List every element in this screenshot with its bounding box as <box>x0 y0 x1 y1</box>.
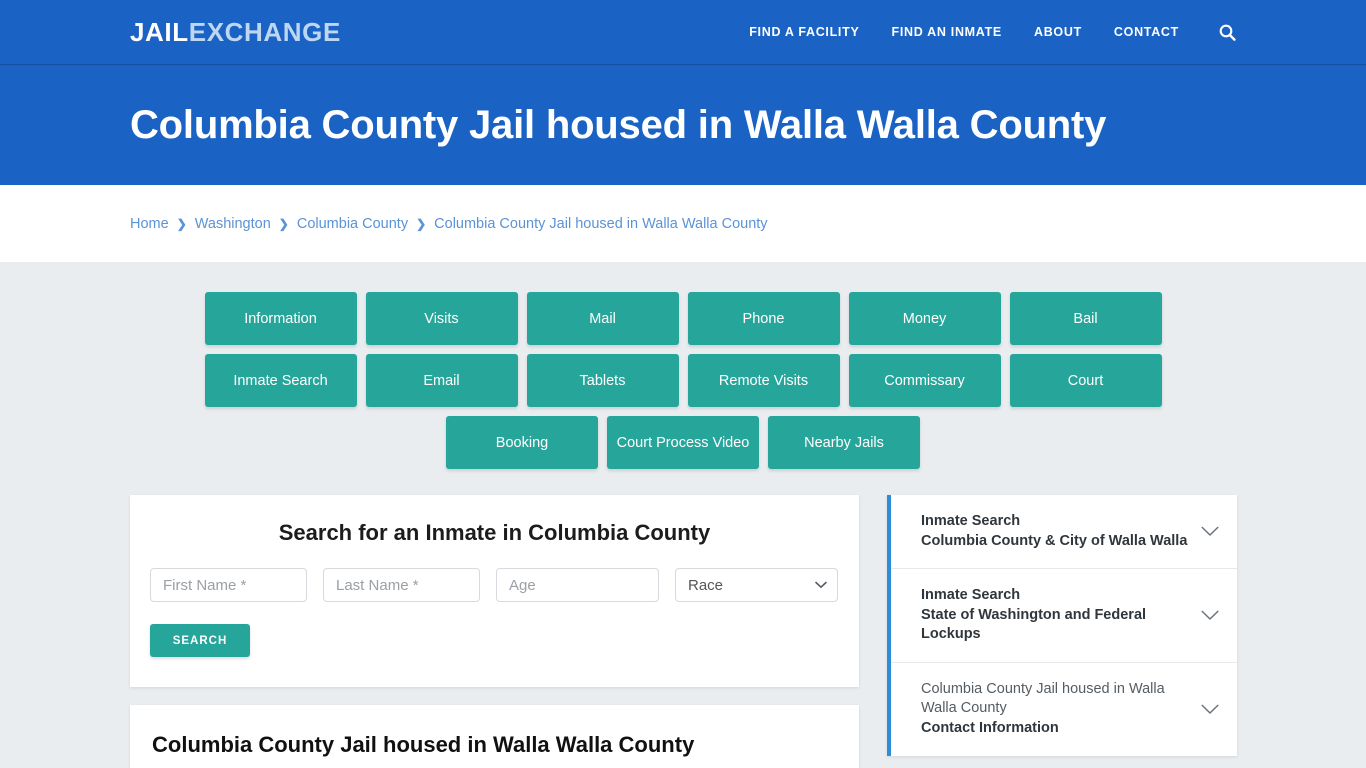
nav-item-find-an-inmate[interactable]: FIND AN INMATE <box>891 25 1001 39</box>
site-header: JAILEXCHANGE FIND A FACILITY FIND AN INM… <box>0 0 1366 65</box>
search-icon[interactable] <box>1219 24 1236 41</box>
facility-info-card: Columbia County Jail housed in Walla Wal… <box>130 705 859 768</box>
sidebar-item-line2: State of Washington and Federal Lockups <box>921 606 1147 643</box>
sidebar-item-line1: Inmate Search <box>921 513 1021 529</box>
tab-court[interactable]: Court <box>1009 354 1162 407</box>
main-content: Information Visits Mail Phone Money Bail… <box>0 262 1366 768</box>
sidebar-item-contact-information[interactable]: Columbia County Jail housed in Walla Wal… <box>891 663 1237 756</box>
tab-email[interactable]: Email <box>365 354 518 407</box>
chevron-down-icon[interactable] <box>1201 526 1219 537</box>
sidebar-item-label: Inmate Search Columbia County & City of … <box>921 512 1191 551</box>
main-column: Search for an Inmate in Columbia County … <box>130 495 859 768</box>
race-select-wrapper: Race <box>675 568 838 602</box>
logo-text-primary: JAIL <box>130 17 189 47</box>
breadcrumb-item-washington[interactable]: Washington <box>195 216 271 232</box>
breadcrumb-bar: Home ❯ Washington ❯ Columbia County ❯ Co… <box>0 185 1366 262</box>
inmate-search-fields: Race <box>150 568 839 602</box>
tab-bail[interactable]: Bail <box>1009 292 1162 345</box>
sidebar-item-inmate-search-state[interactable]: Inmate Search State of Washington and Fe… <box>891 569 1237 663</box>
tab-mail[interactable]: Mail <box>526 292 679 345</box>
inmate-search-card: Search for an Inmate in Columbia County … <box>130 495 859 687</box>
nav-item-about[interactable]: ABOUT <box>1034 25 1082 39</box>
hero-banner: Columbia County Jail housed in Walla Wal… <box>0 65 1366 185</box>
facility-info-title: Columbia County Jail housed in Walla Wal… <box>152 732 695 757</box>
tab-tablets[interactable]: Tablets <box>526 354 679 407</box>
chevron-right-icon: ❯ <box>176 216 187 231</box>
tab-money[interactable]: Money <box>848 292 1001 345</box>
sidebar-item-line1: Inmate Search <box>921 587 1021 604</box>
tab-phone[interactable]: Phone <box>687 292 840 345</box>
main-navigation: FIND A FACILITY FIND AN INMATE ABOUT CON… <box>749 24 1236 41</box>
nav-item-find-a-facility[interactable]: FIND A FACILITY <box>749 25 859 39</box>
sidebar-item-line2: Columbia County & City of Walla Walla <box>921 532 1188 549</box>
sidebar-item-label: Columbia County Jail housed in Walla Wal… <box>921 680 1191 739</box>
sidebar-item-line1: Columbia County Jail housed in Walla Wal… <box>921 680 1165 717</box>
chevron-right-icon: ❯ <box>416 216 427 231</box>
sidebar-item-label: Inmate Search State of Washington and Fe… <box>921 586 1191 645</box>
last-name-input[interactable] <box>323 568 480 602</box>
inmate-search-title: Search for an Inmate in Columbia County <box>278 520 711 545</box>
tab-nearby-jails[interactable]: Nearby Jails <box>768 416 920 469</box>
breadcrumb-item-current[interactable]: Columbia County Jail housed in Walla Wal… <box>434 216 767 232</box>
age-input[interactable] <box>496 568 659 602</box>
search-submit-button[interactable]: SEARCH <box>150 624 250 657</box>
tab-commissary[interactable]: Commissary <box>848 354 1001 407</box>
tab-inmate-search[interactable]: Inmate Search <box>204 354 357 407</box>
facility-section-tabs: Information Visits Mail Phone Money Bail… <box>135 292 1232 469</box>
chevron-down-icon[interactable] <box>1201 704 1219 715</box>
tab-booking[interactable]: Booking <box>446 416 598 469</box>
sidebar-accordion: Inmate Search Columbia County & City of … <box>887 495 1237 756</box>
sidebar-item-inmate-search-county[interactable]: Inmate Search Columbia County & City of … <box>891 495 1237 570</box>
race-select[interactable]: Race <box>675 568 838 602</box>
breadcrumb-item-columbia-county[interactable]: Columbia County <box>297 216 408 232</box>
lower-layout: Search for an Inmate in Columbia County … <box>130 495 1237 768</box>
site-logo[interactable]: JAILEXCHANGE <box>130 19 341 45</box>
breadcrumb: Home ❯ Washington ❯ Columbia County ❯ Co… <box>130 216 768 232</box>
tab-information[interactable]: Information <box>204 292 357 345</box>
chevron-right-icon: ❯ <box>278 216 289 231</box>
page-root: JAILEXCHANGE FIND A FACILITY FIND AN INM… <box>0 0 1366 768</box>
nav-item-contact[interactable]: CONTACT <box>1114 25 1179 39</box>
tab-remote-visits[interactable]: Remote Visits <box>687 354 840 407</box>
sidebar-column: Inmate Search Columbia County & City of … <box>887 495 1237 756</box>
chevron-down-icon[interactable] <box>1201 610 1219 621</box>
tab-visits[interactable]: Visits <box>365 292 518 345</box>
first-name-input[interactable] <box>150 568 307 602</box>
tab-court-process-video[interactable]: Court Process Video <box>607 416 759 469</box>
logo-text-secondary: EXCHANGE <box>188 17 341 47</box>
page-title: Columbia County Jail housed in Walla Wal… <box>130 102 1107 147</box>
breadcrumb-item-home[interactable]: Home <box>130 216 169 232</box>
sidebar-item-line2: Contact Information <box>921 719 1059 736</box>
